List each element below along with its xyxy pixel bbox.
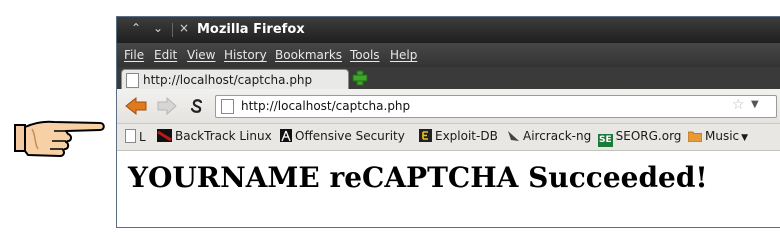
menu-bookmarks[interactable]: Bookmarks bbox=[275, 48, 342, 62]
exploitdb-icon bbox=[419, 129, 432, 142]
forward-arrow-icon[interactable] bbox=[157, 97, 177, 115]
bookmark-aircrack[interactable]: Aircrack-ng bbox=[507, 129, 591, 143]
minimize-icon[interactable]: ⌃ bbox=[131, 21, 141, 35]
offsec-icon bbox=[280, 129, 292, 142]
menu-history[interactable]: History bbox=[224, 48, 267, 62]
close-icon[interactable]: × bbox=[179, 21, 189, 35]
back-arrow-icon[interactable] bbox=[125, 96, 147, 116]
menu-file[interactable]: File bbox=[124, 48, 144, 62]
menu-bar: File Edit View History Bookmarks Tools H… bbox=[117, 43, 780, 67]
tab-captcha[interactable]: http://localhost/captcha.php bbox=[121, 69, 349, 90]
bookmark-offensive-security[interactable]: Offensive Security bbox=[280, 129, 405, 143]
page-content: YOURNAME reCAPTCHA Succeeded! bbox=[117, 151, 780, 227]
menu-edit[interactable]: Edit bbox=[154, 48, 177, 62]
url-favicon-icon bbox=[221, 99, 234, 114]
new-tab-plus-icon[interactable] bbox=[351, 70, 369, 86]
url-dropdown-icon[interactable]: ▼ bbox=[751, 99, 759, 110]
bookmarks-toolbar: L BackTrack Linux Offensive Security Exp… bbox=[117, 124, 780, 151]
menu-view[interactable]: View bbox=[187, 48, 215, 62]
url-field[interactable]: http://localhost/captcha.php bbox=[241, 99, 410, 113]
menu-tools[interactable]: Tools bbox=[350, 48, 380, 62]
bookmark-star-icon[interactable]: ☆ bbox=[732, 97, 745, 113]
window-title: Mozilla Firefox bbox=[197, 22, 305, 37]
bookmark-label: Aircrack-ng bbox=[523, 129, 592, 143]
navigation-toolbar: http://localhost/captcha.php ☆ ▼ bbox=[117, 89, 780, 124]
bookmark-exploit-db[interactable]: Exploit-DB bbox=[419, 129, 498, 143]
bookmark-music-folder[interactable]: Music ▼ bbox=[688, 129, 748, 143]
page-heading: YOURNAME reCAPTCHA Succeeded! bbox=[128, 161, 708, 194]
titlebar-separator bbox=[172, 23, 173, 37]
url-bar[interactable]: http://localhost/captcha.php ☆ ▼ bbox=[215, 95, 777, 118]
title-bar: ⌃ ⌄ × Mozilla Firefox bbox=[117, 17, 780, 43]
tab-label: http://localhost/captcha.php bbox=[143, 73, 313, 87]
folder-icon bbox=[688, 131, 702, 142]
page-favicon-icon bbox=[126, 73, 139, 88]
backtrack-icon bbox=[157, 129, 172, 142]
bookmark-l[interactable]: L bbox=[125, 129, 146, 144]
tab-strip: http://localhost/captcha.php bbox=[117, 67, 780, 90]
seorg-icon: SE bbox=[598, 134, 613, 147]
pointing-hand-icon bbox=[14, 120, 105, 157]
stop-s-icon[interactable] bbox=[189, 98, 205, 114]
bookmark-label: SEORG.org bbox=[615, 129, 682, 143]
chevron-down-icon: ▼ bbox=[741, 133, 749, 143]
menu-help[interactable]: Help bbox=[390, 48, 417, 62]
bookmark-label: Exploit-DB bbox=[435, 129, 498, 143]
bookmark-label: Offensive Security bbox=[295, 129, 405, 143]
page-icon bbox=[125, 129, 136, 143]
maximize-icon[interactable]: ⌄ bbox=[153, 21, 163, 35]
bookmark-label: BackTrack Linux bbox=[175, 129, 272, 143]
bookmark-seorg[interactable]: SE SEORG.org bbox=[598, 129, 681, 147]
aircrack-icon bbox=[508, 131, 519, 141]
bookmark-label: Music bbox=[705, 129, 740, 143]
bookmark-backtrack[interactable]: BackTrack Linux bbox=[157, 129, 272, 143]
firefox-window: ⌃ ⌄ × Mozilla Firefox File Edit View His… bbox=[116, 16, 780, 228]
bookmark-label: L bbox=[139, 130, 146, 144]
